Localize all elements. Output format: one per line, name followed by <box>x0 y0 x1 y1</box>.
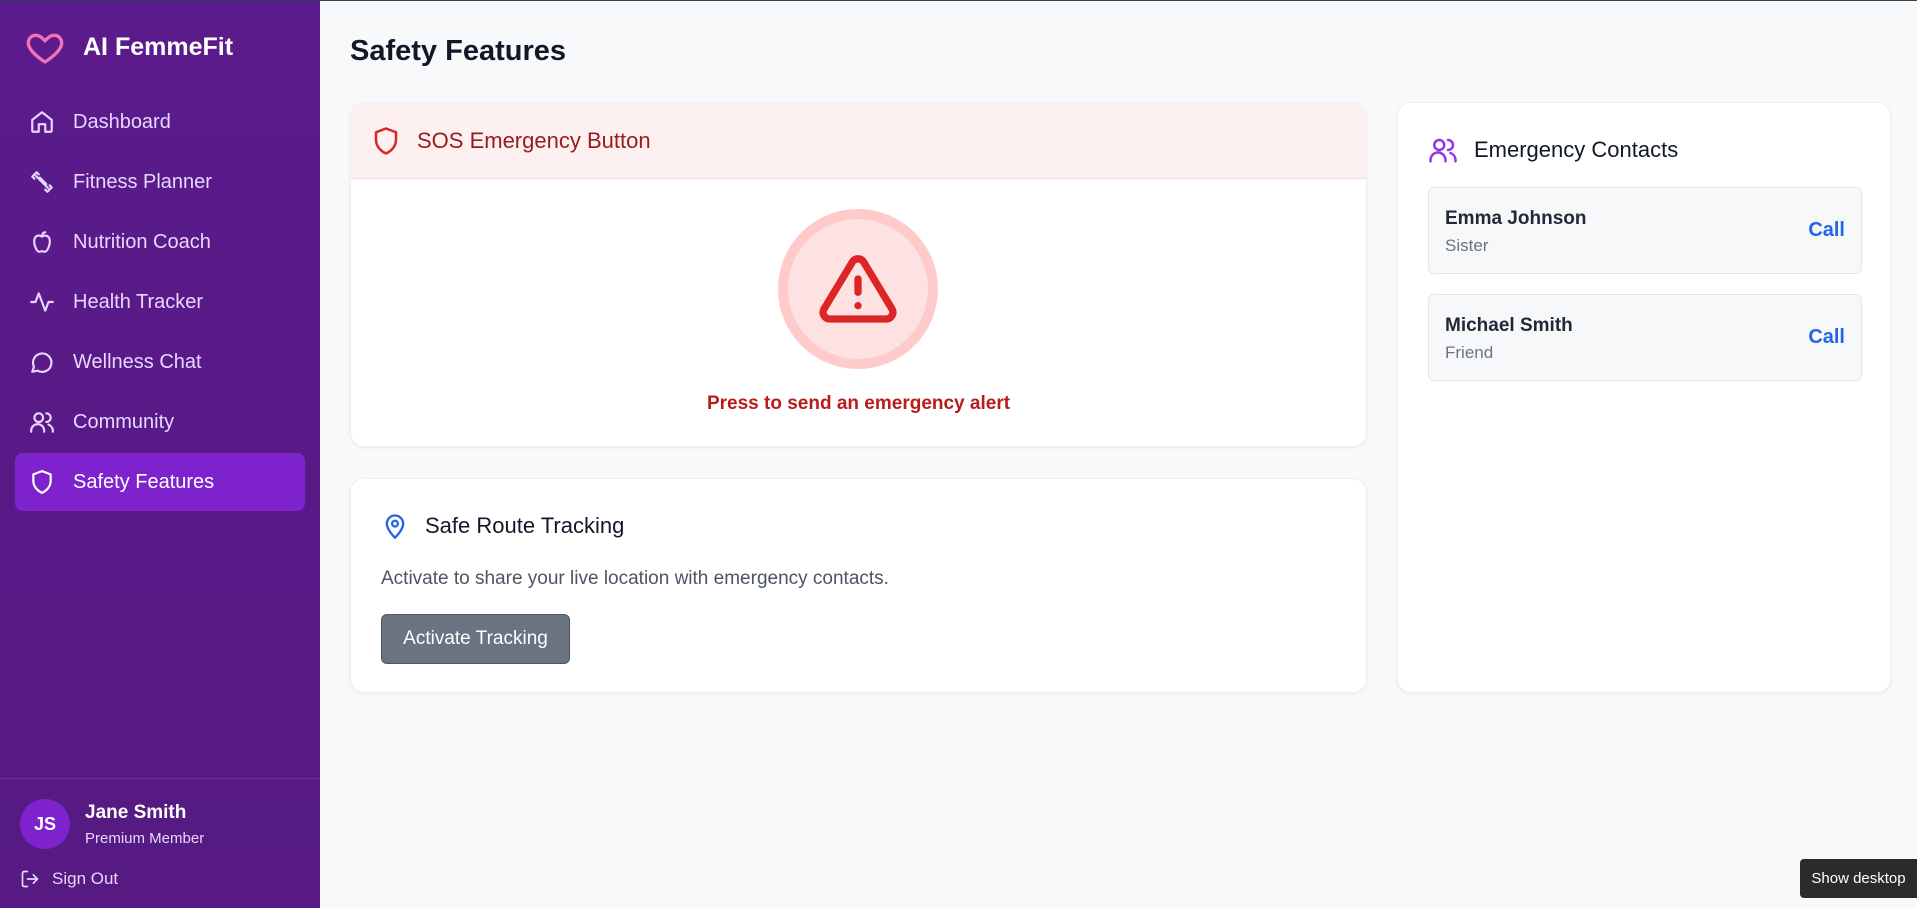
route-header: Safe Route Tracking <box>381 511 624 541</box>
brand[interactable]: AI FemmeFit <box>25 27 233 67</box>
sos-button[interactable] <box>778 209 938 369</box>
contact-relation: Sister <box>1445 236 1489 255</box>
sos-title: SOS Emergency Button <box>417 127 651 153</box>
users-icon <box>30 412 54 433</box>
sidebar-item-label: Health Tracker <box>73 290 204 313</box>
sidebar: AI FemmeFit Dashboard Fitness Planner Nu… <box>0 1 320 908</box>
sign-out-label: Sign Out <box>52 869 119 888</box>
sidebar-item-label: Community <box>73 410 175 433</box>
contacts-title: Emergency Contacts <box>1474 137 1679 162</box>
show-desktop-tooltip[interactable]: Show desktop <box>1800 859 1917 898</box>
sidebar-item-label: Wellness Chat <box>73 350 202 373</box>
map-pin-icon <box>385 514 405 540</box>
sidebar-item-wellness-chat[interactable]: Wellness Chat <box>15 333 305 391</box>
sidebar-nav: Dashboard Fitness Planner Nutrition Coac… <box>15 93 305 513</box>
contacts-header: Emergency Contacts <box>1428 135 1678 165</box>
sidebar-item-health-tracker[interactable]: Health Tracker <box>15 273 305 331</box>
contact-item: Michael Smith Friend Call <box>1428 294 1862 381</box>
user-role: Premium Member <box>85 829 205 847</box>
sidebar-item-community[interactable]: Community <box>15 393 305 451</box>
activity-icon <box>30 292 54 312</box>
sidebar-item-label: Fitness Planner <box>73 170 212 193</box>
user-name: Jane Smith <box>85 801 187 823</box>
dumbbell-icon <box>31 171 53 193</box>
route-description: Activate to share your live location wit… <box>381 568 889 589</box>
users-icon <box>1429 138 1457 163</box>
contact-name: Emma Johnson <box>1445 208 1587 229</box>
sidebar-item-safety-features[interactable]: Safety Features <box>15 453 305 511</box>
alert-triangle-icon <box>819 255 897 323</box>
home-icon <box>31 111 53 133</box>
sidebar-item-nutrition-coach[interactable]: Nutrition Coach <box>15 213 305 271</box>
heart-icon <box>26 33 64 64</box>
call-button[interactable]: Call <box>1808 219 1845 242</box>
app-name: AI FemmeFit <box>83 32 234 61</box>
chat-bubble-icon <box>31 352 53 373</box>
call-button[interactable]: Call <box>1808 326 1845 349</box>
avatar: JS <box>20 799 70 849</box>
contact-item: Emma Johnson Sister Call <box>1428 187 1862 274</box>
shield-icon <box>374 126 398 155</box>
page-title: Safety Features <box>350 35 566 67</box>
safe-route-card: Safe Route Tracking Activate to share yo… <box>350 478 1367 693</box>
sidebar-item-label: Dashboard <box>73 110 171 133</box>
shield-icon <box>32 470 52 494</box>
activate-tracking-button[interactable]: Activate Tracking <box>381 614 570 664</box>
emergency-contacts-card: Emergency Contacts Emma Johnson Sister C… <box>1397 102 1891 693</box>
contact-name: Michael Smith <box>1445 315 1573 336</box>
sos-header: SOS Emergency Button <box>351 103 1366 179</box>
sign-out-button[interactable]: Sign Out <box>20 869 118 889</box>
sos-button-inner <box>788 219 928 359</box>
sidebar-item-dashboard[interactable]: Dashboard <box>15 93 305 151</box>
contact-relation: Friend <box>1445 343 1494 362</box>
sidebar-item-fitness-planner[interactable]: Fitness Planner <box>15 153 305 211</box>
sidebar-item-label: Nutrition Coach <box>73 230 211 253</box>
user-profile[interactable]: JS Jane Smith Premium Member <box>20 799 204 849</box>
sidebar-divider <box>0 778 320 779</box>
sos-caption: Press to send an emergency alert <box>706 393 1011 414</box>
sidebar-item-label: Safety Features <box>73 470 215 493</box>
log-out-icon <box>21 870 39 888</box>
sos-card: SOS Emergency Button Press to send an em… <box>350 102 1367 447</box>
route-title: Safe Route Tracking <box>425 513 625 538</box>
apple-icon <box>33 231 51 253</box>
